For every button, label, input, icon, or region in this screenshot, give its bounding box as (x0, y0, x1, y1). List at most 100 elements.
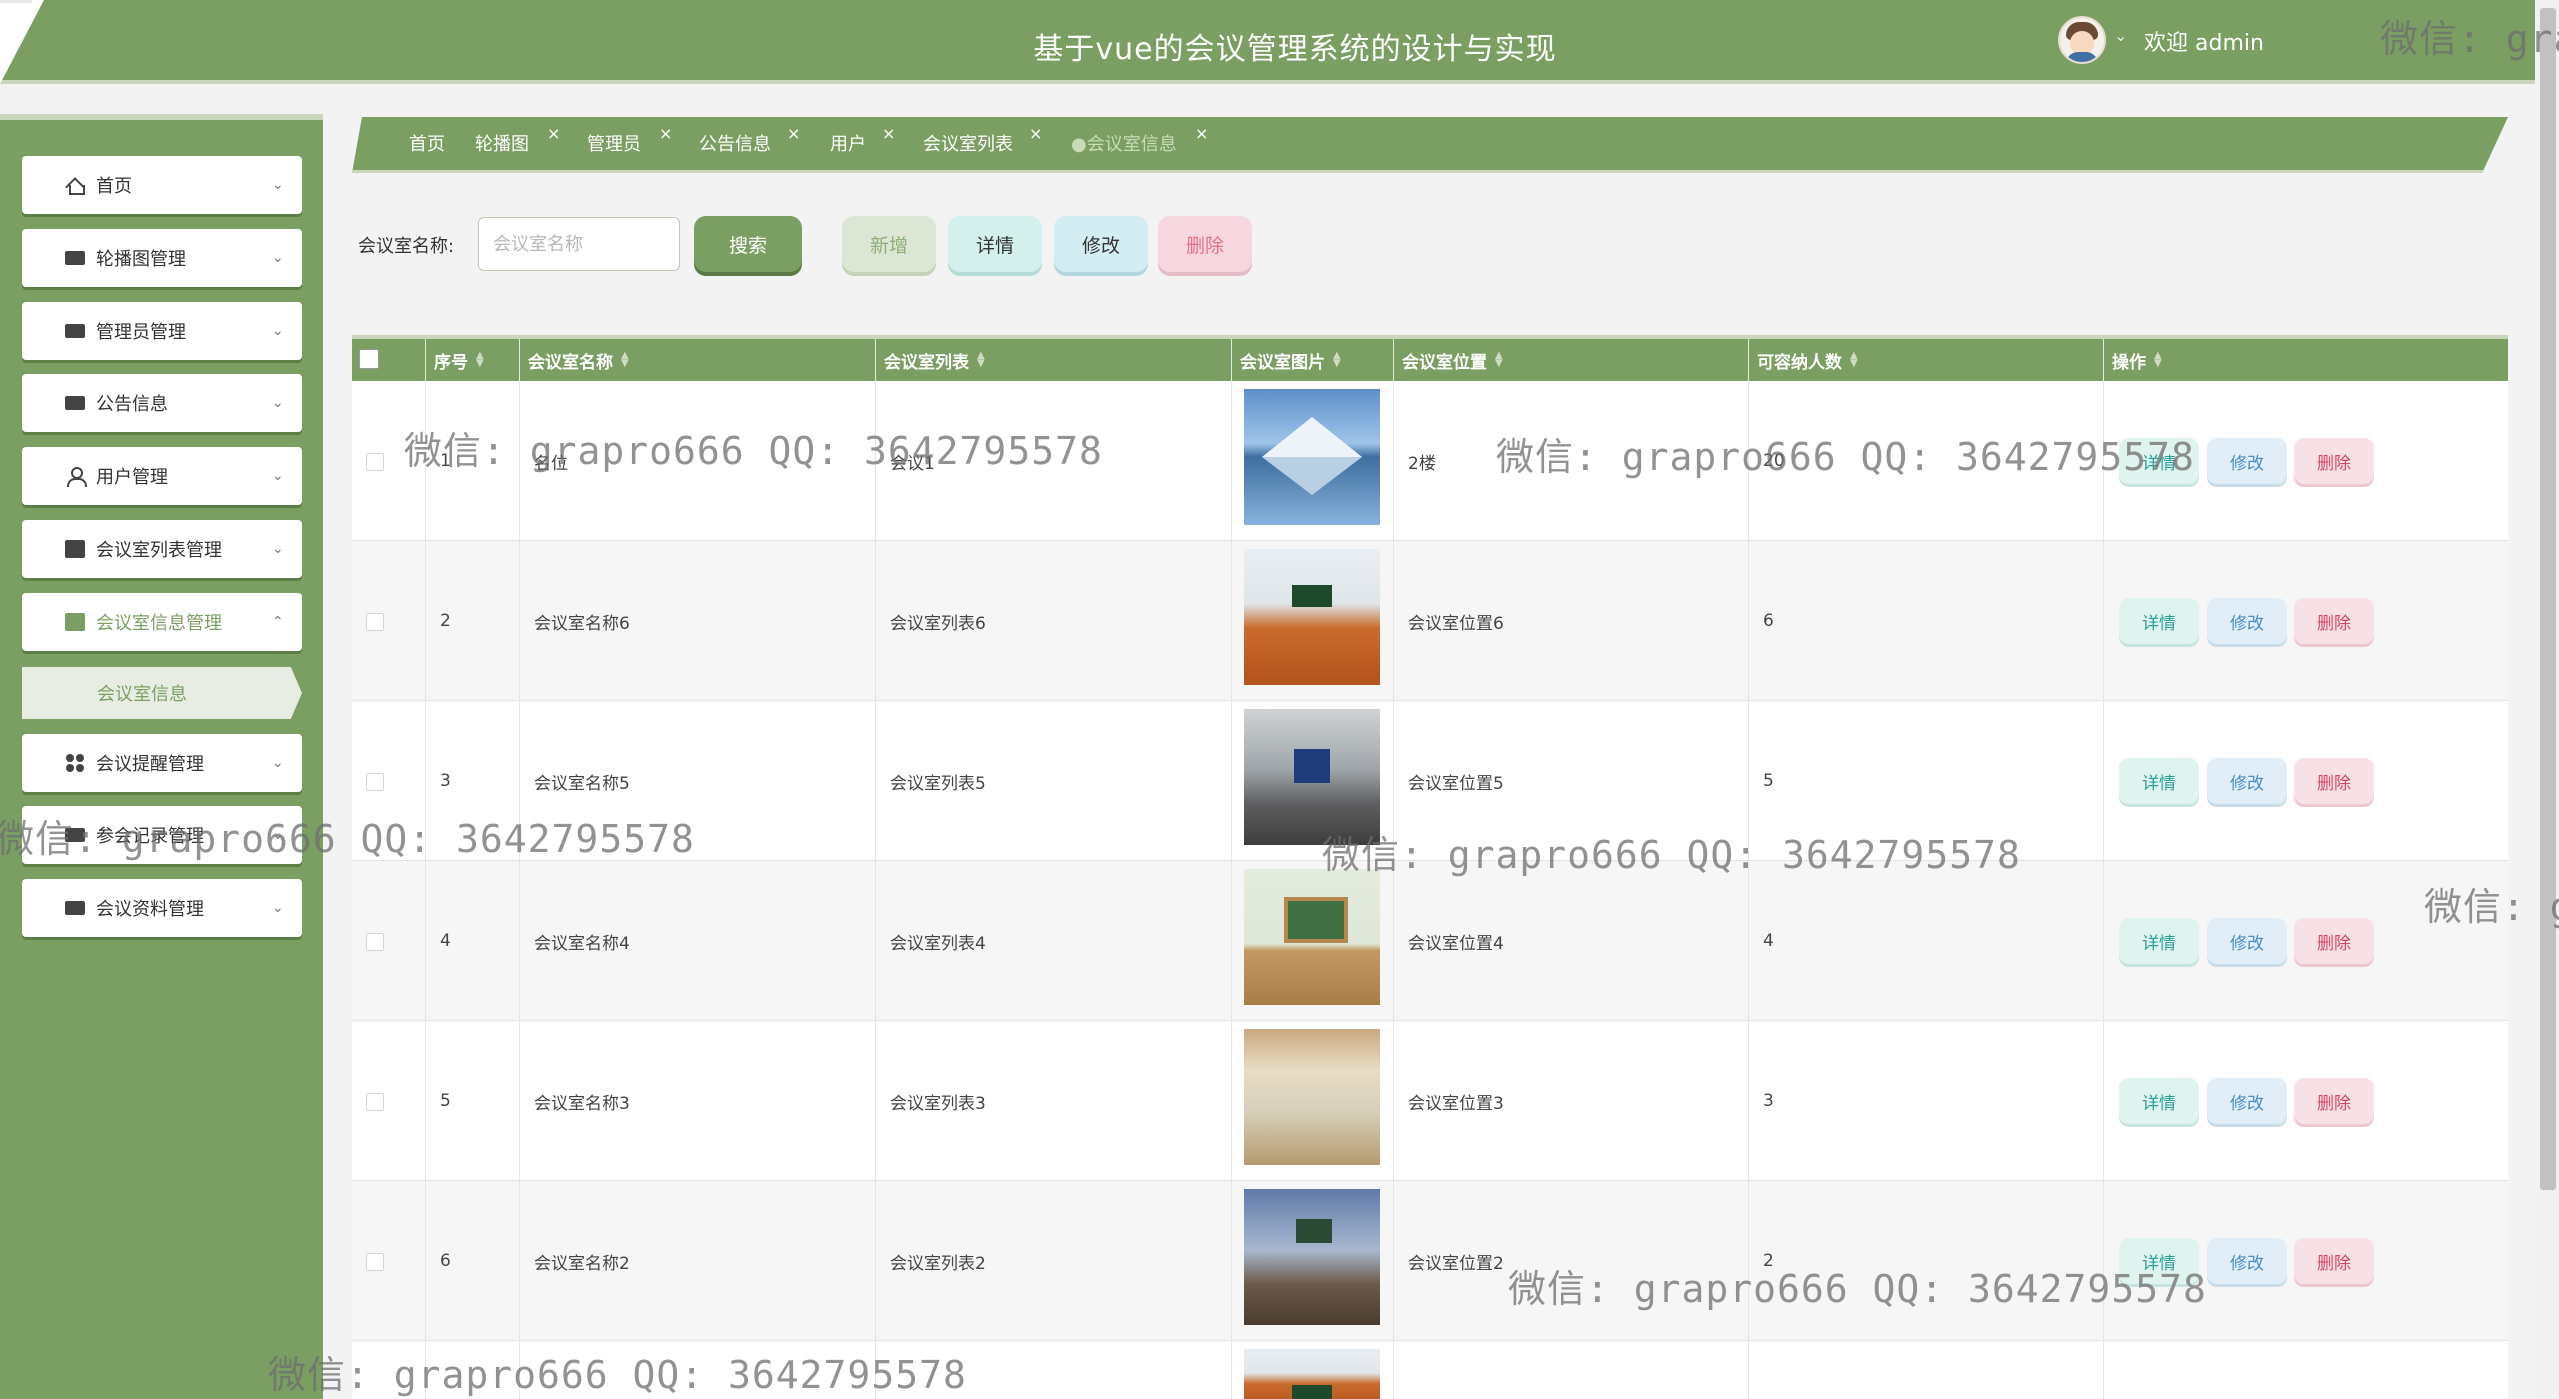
box-icon (64, 539, 86, 559)
tab-users[interactable]: 用户 × (830, 124, 895, 156)
column-header-index[interactable]: 序号 ▲ ▼ (425, 339, 519, 381)
row-delete-button[interactable]: 删除 (2294, 758, 2374, 804)
delete-button[interactable]: 删除 (1158, 216, 1252, 272)
room-image-thumbnail[interactable] (1244, 869, 1380, 1005)
sort-icon[interactable]: ▲ ▼ (1333, 351, 1341, 369)
sidebar-item-users[interactable]: 用户管理 ⌄ (22, 447, 302, 505)
row-edit-button[interactable]: 修改 (2207, 1078, 2287, 1124)
table-row[interactable]: 4 会议室名称4 会议室列表4 会议室位置4 4 详情 修改 删除 (352, 861, 2508, 1021)
column-header-list[interactable]: 会议室列表 ▲ ▼ (875, 339, 1231, 381)
row-edit-button[interactable]: 修改 (2207, 758, 2287, 804)
sort-icon[interactable]: ▲ ▼ (476, 351, 484, 369)
row-delete-button[interactable]: 删除 (2294, 918, 2374, 964)
row-detail-button[interactable]: 详情 (2119, 438, 2199, 484)
row-delete-button[interactable]: 删除 (2294, 438, 2374, 484)
row-checkbox[interactable] (366, 453, 384, 471)
row-detail-button[interactable]: 详情 (2119, 758, 2199, 804)
sidebar-item-reminder[interactable]: 会议提醒管理 ⌄ (22, 734, 302, 792)
sort-icon[interactable]: ▲ ▼ (621, 351, 629, 369)
row-checkbox[interactable] (366, 613, 384, 631)
table-row[interactable]: 6 会议室名称2 会议室列表2 会议室位置2 2 详情 修改 删除 (352, 1181, 2508, 1341)
search-button[interactable]: 搜索 (694, 216, 802, 272)
close-icon[interactable]: × (1195, 124, 1208, 143)
row-delete-button[interactable]: 删除 (2294, 1238, 2374, 1284)
tab-label: 会议室列表 (923, 134, 1013, 155)
cell-capacity: 6 (1748, 541, 2103, 701)
row-checkbox[interactable] (366, 933, 384, 951)
row-edit-button[interactable]: 修改 (2207, 918, 2287, 964)
row-edit-button[interactable]: 修改 (2207, 1238, 2287, 1284)
edit-button[interactable]: 修改 (1054, 216, 1148, 272)
row-detail-button[interactable]: 详情 (2119, 1238, 2199, 1284)
avatar[interactable] (2058, 16, 2106, 64)
welcome-text[interactable]: 欢迎 admin (2144, 25, 2264, 57)
tab-room-info[interactable]: ●会议室信息 × (1071, 124, 1208, 156)
select-all-checkbox[interactable] (359, 349, 379, 369)
row-detail-button[interactable]: 详情 (2119, 918, 2199, 964)
sort-icon[interactable]: ▲ ▼ (2154, 351, 2162, 369)
add-button[interactable]: 新增 (842, 216, 936, 272)
column-header-location[interactable]: 会议室位置 ▲ ▼ (1393, 339, 1748, 381)
detail-button[interactable]: 详情 (948, 216, 1042, 272)
sort-icon[interactable]: ▲ ▼ (977, 351, 985, 369)
tab-admin[interactable]: 管理员 × (587, 124, 672, 156)
close-icon[interactable]: × (659, 124, 672, 143)
row-edit-button[interactable]: 修改 (2207, 598, 2287, 644)
tab-home[interactable]: 首页 (409, 130, 445, 156)
cell-room-name: 会议室名称5 (519, 701, 875, 861)
page-scrollbar[interactable] (2537, 0, 2559, 1399)
row-checkbox[interactable] (366, 1253, 384, 1271)
sidebar-item-notice[interactable]: 公告信息 ⌄ (22, 374, 302, 432)
sidebar-item-materials[interactable]: 会议资料管理 ⌄ (22, 879, 302, 937)
close-icon[interactable]: × (882, 124, 895, 143)
chevron-down-icon[interactable]: ⌄ (2114, 26, 2127, 45)
room-image-thumbnail[interactable] (1244, 1189, 1380, 1325)
sidebar-subitem-room-info[interactable]: 会议室信息 (22, 667, 302, 719)
room-image-thumbnail[interactable] (1244, 709, 1380, 845)
sort-icon[interactable]: ▲ ▼ (1495, 351, 1503, 369)
close-icon[interactable]: × (1029, 124, 1042, 143)
row-delete-button[interactable]: 删除 (2294, 598, 2374, 644)
table-row[interactable] (352, 1341, 2508, 1399)
close-icon[interactable]: × (547, 124, 560, 143)
sidebar-item-room-list[interactable]: 会议室列表管理 ⌄ (22, 520, 302, 578)
sidebar-item-room-info[interactable]: 会议室信息管理 ⌃ (22, 593, 302, 651)
scrollbar-thumb[interactable] (2540, 8, 2556, 1190)
table-row[interactable]: 5 会议室名称3 会议室列表3 会议室位置3 3 详情 修改 删除 (352, 1021, 2508, 1181)
sidebar-item-carousel[interactable]: 轮播图管理 ⌄ (22, 229, 302, 287)
row-detail-button[interactable]: 详情 (2119, 1078, 2199, 1124)
room-image-thumbnail[interactable] (1244, 389, 1380, 525)
cell-room-name: 会议室名称6 (519, 541, 875, 701)
room-image-thumbnail[interactable] (1244, 1029, 1380, 1165)
sidebar-item-home[interactable]: 首页 ⌄ (22, 156, 302, 214)
column-header-actions[interactable]: 操作 ▲ ▼ (2103, 339, 2508, 381)
cell-index: 3 (425, 701, 519, 861)
cell-capacity: 4 (1748, 861, 2103, 1021)
sidebar-item-admin[interactable]: 管理员管理 ⌄ (22, 302, 302, 360)
room-image-thumbnail[interactable] (1244, 549, 1380, 685)
table-row[interactable]: 2 会议室名称6 会议室列表6 会议室位置6 6 详情 修改 删除 (352, 541, 2508, 701)
row-detail-button[interactable]: 详情 (2119, 598, 2199, 644)
row-checkbox[interactable] (366, 773, 384, 791)
sidebar-item-label: 会议室信息管理 (96, 613, 222, 634)
close-icon[interactable]: × (787, 124, 800, 143)
row-delete-button[interactable]: 删除 (2294, 1078, 2374, 1124)
table-row[interactable]: 3 会议室名称5 会议室列表5 会议室位置5 5 详情 修改 删除 (352, 701, 2508, 861)
tab-carousel[interactable]: 轮播图 × (475, 124, 560, 156)
tab-room-list[interactable]: 会议室列表 × (923, 124, 1042, 156)
column-header-name[interactable]: 会议室名称 ▲ ▼ (519, 339, 875, 381)
room-image-thumbnail[interactable] (1244, 1349, 1380, 1399)
sidebar-item-attendance[interactable]: 参会记录管理 ⌄ (22, 806, 302, 864)
cell-room-list: 会议室列表6 (875, 541, 1231, 701)
row-edit-button[interactable]: 修改 (2207, 438, 2287, 484)
tab-label: 管理员 (587, 134, 641, 155)
column-header-capacity[interactable]: 可容纳人数 ▲ ▼ (1748, 339, 2103, 381)
tab-notice[interactable]: 公告信息 × (699, 124, 800, 156)
column-header-image[interactable]: 会议室图片 ▲ ▼ (1231, 339, 1393, 381)
sort-icon[interactable]: ▲ ▼ (1850, 351, 1858, 369)
row-checkbox[interactable] (366, 1093, 384, 1111)
cell-room-list: 会议1 (875, 381, 1231, 541)
chevron-down-icon: ⌄ (272, 755, 284, 771)
room-name-search-input[interactable] (478, 217, 680, 271)
table-row[interactable]: 1 名位 会议1 2楼 20 详情 修改 删除 (352, 381, 2508, 541)
